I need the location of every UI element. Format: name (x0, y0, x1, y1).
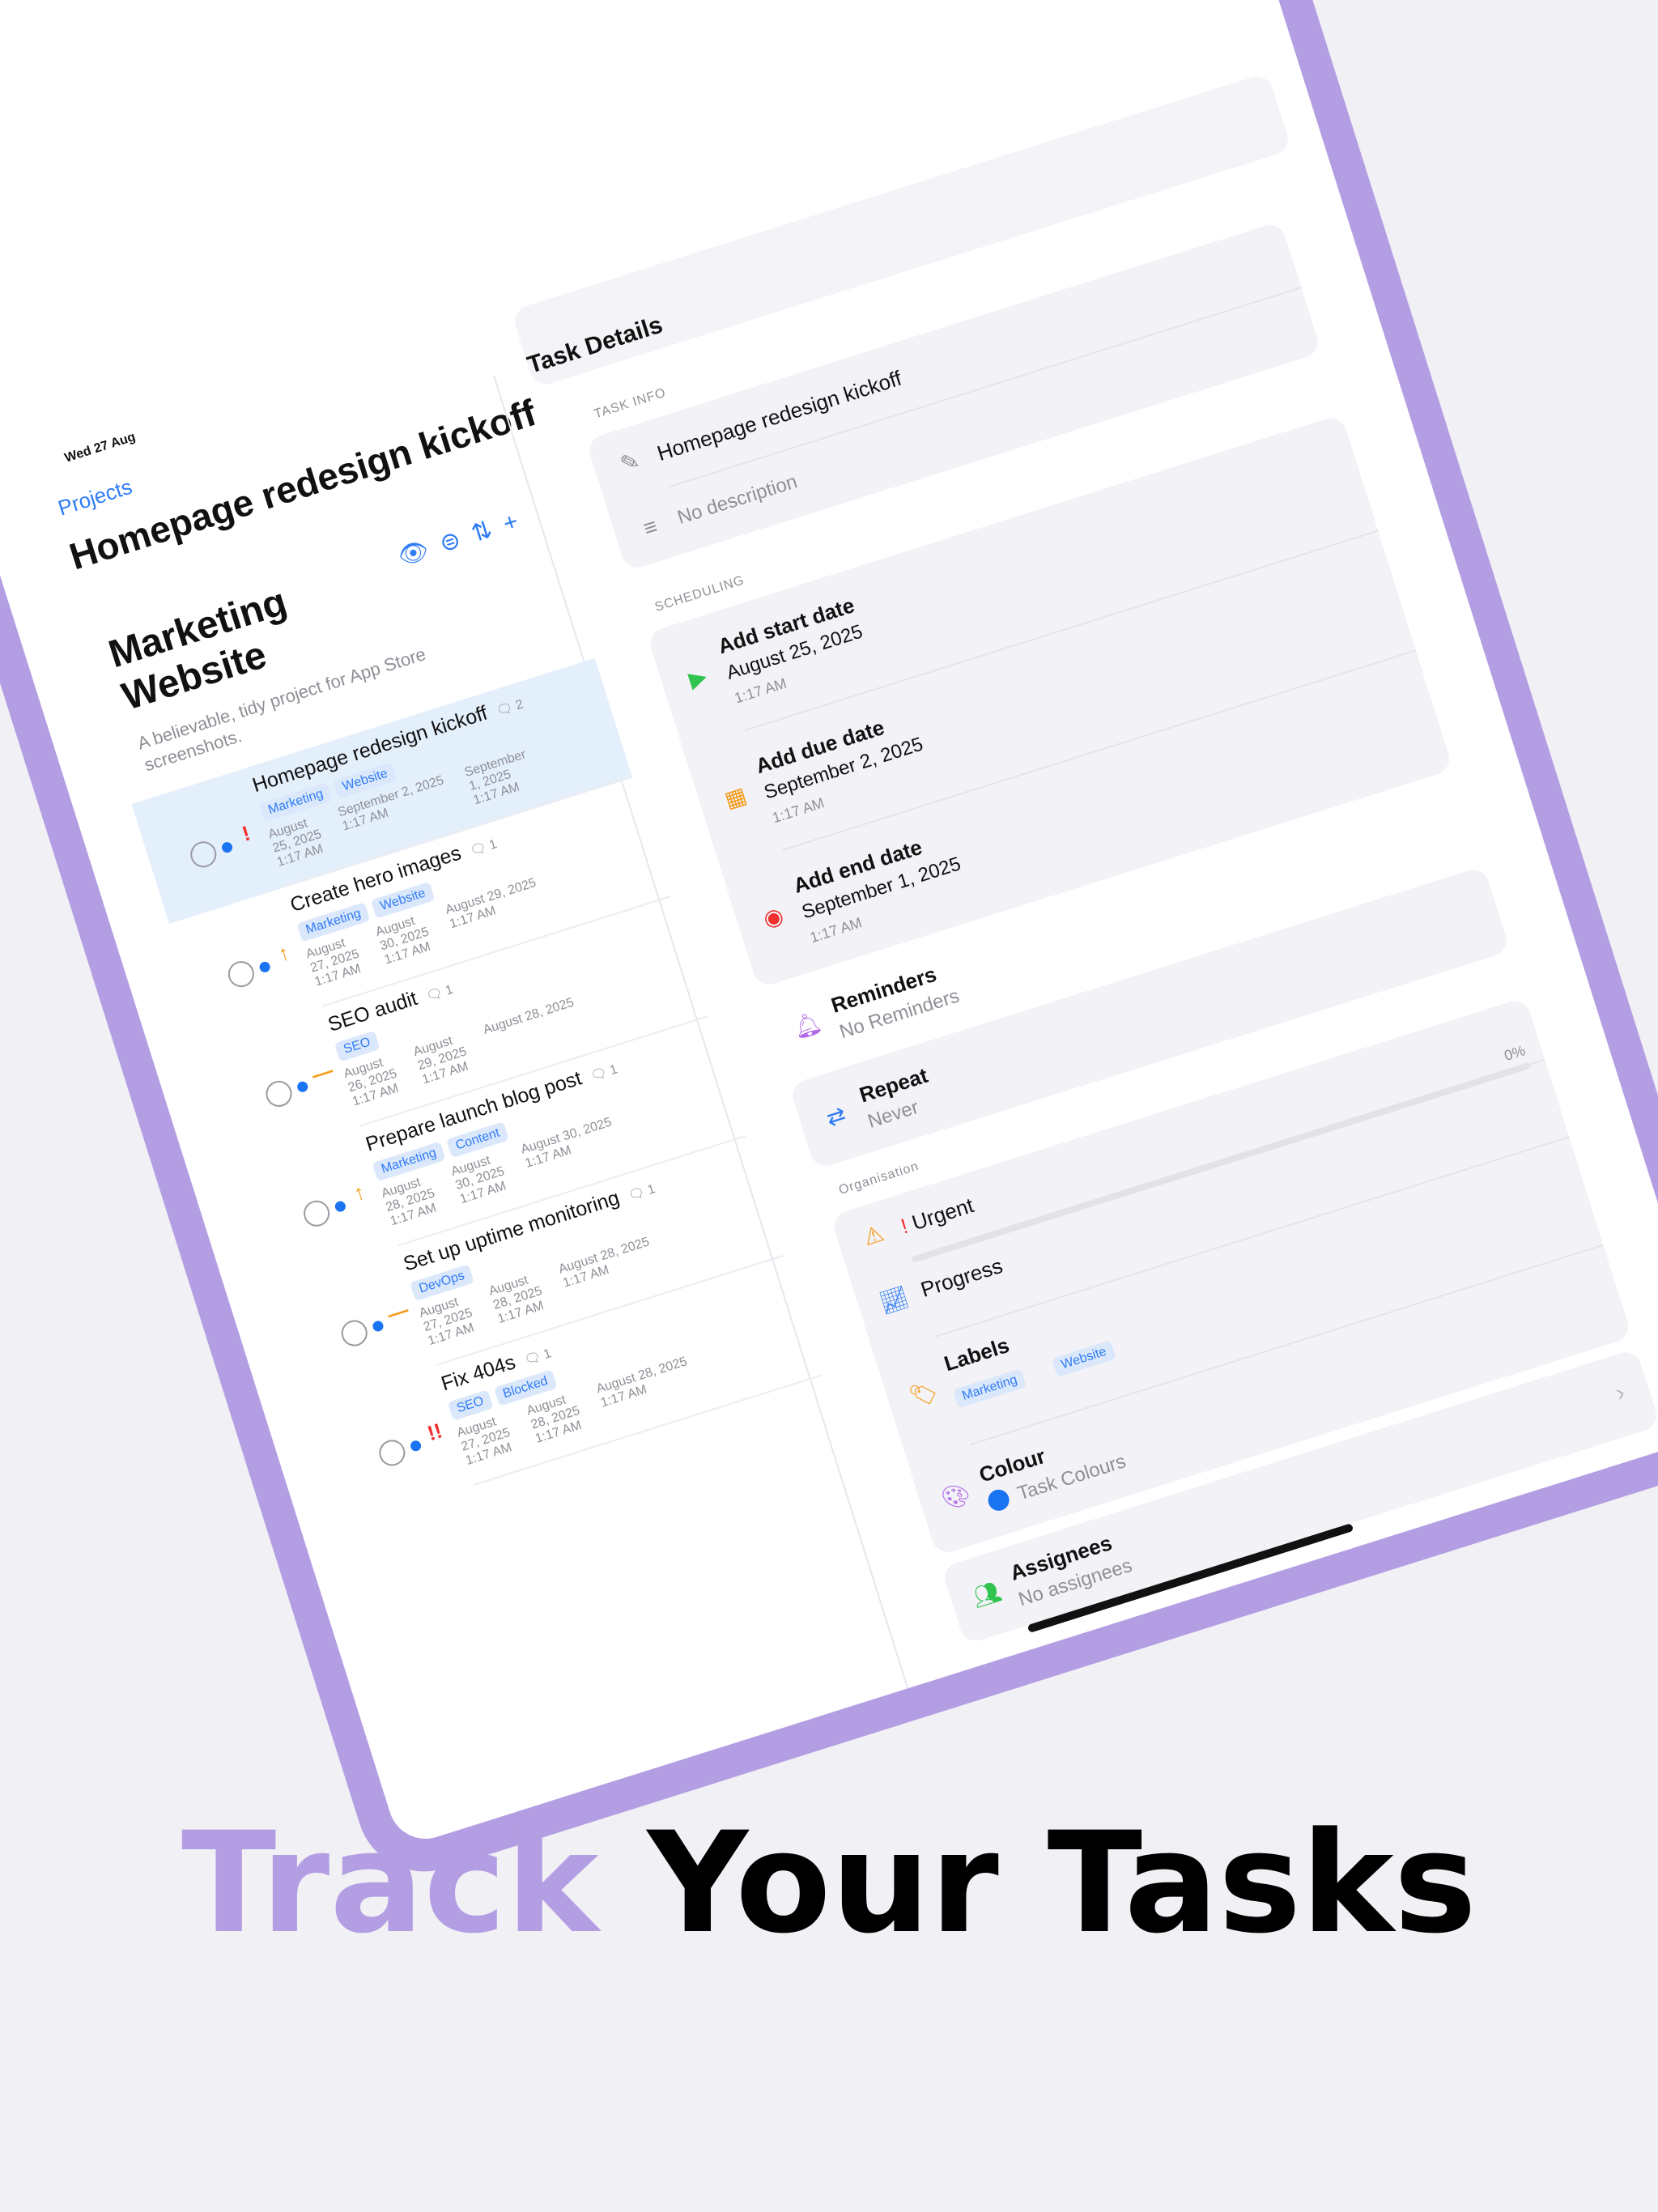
start-date-block: August 27, 2025 1:17 AM (418, 1292, 479, 1349)
edit-icon: ✎ (617, 447, 643, 478)
task-color-dot (371, 1319, 385, 1334)
due-date-block: August 30, 2025 1:17 AM (374, 911, 436, 968)
urgent-icon: ! (239, 820, 253, 846)
due-date-block: August 28, 2025 1:17 AM (525, 1390, 586, 1447)
task-comment-count: 🗨︎ 1 (589, 1062, 619, 1084)
add-icon[interactable]: + (500, 508, 521, 538)
complete-checkbox[interactable] (224, 958, 257, 991)
priority-label: Urgent (908, 1193, 977, 1236)
tagline-accent: Track (181, 1802, 599, 1964)
people-icon: 👥︎ (969, 1577, 1005, 1611)
complete-checkbox[interactable] (300, 1197, 334, 1230)
comment-count: 2 (513, 697, 525, 713)
task-color-dot (220, 840, 234, 854)
complete-checkbox[interactable] (262, 1077, 295, 1111)
start-date-block: August 26, 2025 1:17 AM (342, 1053, 404, 1109)
tag-icon: 🏷︎ (906, 1377, 942, 1411)
bell-icon: 🔔︎ (789, 1009, 825, 1042)
label-chip[interactable]: Marketing (952, 1368, 1027, 1409)
task-color-dot (409, 1439, 423, 1453)
start-date-block: August 28, 2025 1:17 AM (380, 1172, 441, 1229)
complete-checkbox[interactable] (338, 1317, 371, 1350)
labels-label: Labels (941, 1332, 1013, 1376)
stop-circle-icon: ◉ (759, 902, 787, 933)
description-placeholder[interactable]: No description (675, 470, 801, 530)
status-bar-date: Wed 27 Aug (62, 430, 138, 466)
comment-count: 1 (645, 1182, 657, 1198)
task-color-dot (257, 960, 272, 974)
sort-icon[interactable]: ⇅ (468, 515, 496, 548)
warning-icon: ⚠ (860, 1220, 887, 1251)
end-date-block: September 1, 2025 1:17 AM (463, 747, 537, 808)
due-date-block: August 30, 2025 1:17 AM (449, 1151, 511, 1207)
play-circle-icon: ▶ (685, 663, 710, 693)
description-icon: ≡ (640, 513, 661, 542)
task-color-dot (334, 1199, 347, 1214)
complete-checkbox[interactable] (187, 838, 220, 871)
tagline-rest: Your Tasks (647, 1802, 1477, 1964)
filter-icon[interactable]: ⊜ (436, 525, 465, 559)
urgent-mark: ! (898, 1213, 911, 1239)
start-date-block: August 27, 2025 1:17 AM (455, 1412, 517, 1469)
repeat-icon: ⇄ (823, 1101, 849, 1132)
due-date-block: August 29, 2025 1:17 AM (412, 1031, 474, 1087)
projects-back-link[interactable]: Projects (55, 474, 135, 521)
task-comment-count: 🗨︎ 1 (627, 1182, 657, 1204)
start-date-block: August 25, 2025 1:17 AM (266, 814, 328, 870)
start-date-block: August 27, 2025 1:17 AM (304, 933, 366, 989)
colour-swatch[interactable] (985, 1487, 1012, 1514)
high-priority-icon: ↑ (274, 939, 293, 967)
medium-priority-icon: — (384, 1297, 412, 1327)
calendar-icon: ▦ (721, 782, 750, 813)
ipad-device: Wed 27 Aug Projects Homepage redesign ki… (0, 0, 1658, 1889)
task-color-dot (295, 1080, 309, 1094)
priority-value: ! Urgent (898, 1193, 977, 1239)
eye-icon[interactable]: 👁 (394, 535, 432, 572)
palette-icon: 🎨︎ (938, 1479, 974, 1513)
medium-priority-icon: — (308, 1057, 336, 1087)
chevron-right-icon: › (1612, 1379, 1628, 1407)
comment-count: 1 (487, 837, 499, 853)
progress-label: Progress (917, 1253, 1005, 1302)
label-chip[interactable]: Website (1052, 1340, 1116, 1377)
urgent-icon: !! (424, 1418, 445, 1446)
high-priority-icon: ↑ (351, 1179, 368, 1206)
task-comment-count: 🗨︎ 1 (468, 837, 499, 859)
comment-count: 1 (542, 1346, 554, 1363)
comment-count: 1 (444, 982, 455, 998)
repeat-label: Repeat (856, 1062, 931, 1108)
task-comment-count: 🗨︎ 1 (424, 982, 455, 1005)
promo-tagline: Track Your Tasks (0, 1802, 1658, 1964)
due-date-block: August 28, 2025 1:17 AM (487, 1270, 549, 1327)
task-comment-count: 🗨︎ 1 (522, 1346, 554, 1368)
complete-checkbox[interactable] (376, 1436, 409, 1470)
list-toolbar: 👁 ⊜ ⇅ + (394, 507, 522, 572)
task-comment-count: 🗨︎ 2 (495, 697, 525, 719)
chart-trend-icon: 📈︎ (876, 1283, 912, 1317)
app-screen: Wed 27 Aug Projects Homepage redesign ki… (0, 0, 1658, 1848)
comment-count: 1 (608, 1062, 619, 1078)
